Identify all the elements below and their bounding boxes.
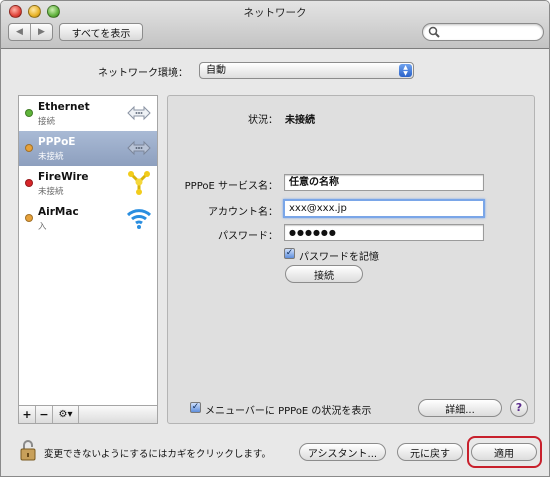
show-all-button[interactable]: すべてを表示: [59, 23, 143, 41]
search-icon: [428, 26, 440, 38]
ethernet-arrows-icon: [127, 105, 151, 121]
revert-button[interactable]: 元に戻す: [397, 443, 463, 461]
account-name-label: アカウント名：: [208, 207, 278, 218]
service-list-toolbar: + − ⚙▾: [18, 405, 158, 424]
network-preferences-window: ネットワーク ◀ ▶ すべてを表示 ネットワーク環境： 自動 ▲ ▼ Ethern…: [0, 0, 550, 477]
status-dot-orange-icon: [25, 214, 33, 222]
connect-button[interactable]: 接続: [285, 265, 363, 283]
password-label: パスワード：: [218, 231, 278, 242]
title-bar: ネットワーク ◀ ▶ すべてを表示: [1, 1, 549, 49]
advanced-button[interactable]: 詳細...: [418, 399, 502, 417]
service-item-pppoe[interactable]: PPPoE 未接続: [19, 131, 157, 166]
add-service-button[interactable]: +: [19, 406, 36, 423]
password-field[interactable]: ●●●●●●: [284, 224, 484, 241]
remember-password-label: パスワードを記憶: [299, 252, 379, 263]
airmac-wifi-icon: [126, 209, 152, 229]
status-dot-red-icon: [25, 179, 33, 187]
service-item-ethernet[interactable]: Ethernet 接続: [19, 96, 157, 131]
search-field[interactable]: [422, 23, 544, 41]
window-title: ネットワーク: [243, 7, 307, 19]
service-name: FireWire: [38, 171, 89, 183]
service-name: PPPoE: [38, 136, 76, 148]
forward-arrow-icon[interactable]: ▶: [30, 24, 52, 40]
status-value: 未接続: [285, 115, 315, 126]
status-label: 状況：: [248, 115, 278, 126]
lock-icon[interactable]: [20, 439, 36, 461]
service-list: Ethernet 接続 PPPoE 未接続 FireWire 未接続 AirMa…: [18, 95, 158, 406]
location-popup[interactable]: 自動 ▲ ▼: [199, 62, 414, 79]
show-in-menubar-checkbox[interactable]: ✓: [190, 402, 201, 413]
location-label: ネットワーク環境：: [98, 68, 188, 79]
service-status: 未接続: [38, 152, 64, 162]
popup-arrows-icon: ▲ ▼: [399, 64, 412, 77]
service-status: 入: [38, 222, 47, 232]
service-status: 接続: [38, 117, 56, 127]
service-item-airmac[interactable]: AirMac 入: [19, 201, 157, 236]
help-button[interactable]: ?: [510, 399, 528, 417]
apply-highlight-annotation: [467, 436, 542, 468]
location-selected: 自動: [206, 65, 226, 76]
service-name: Ethernet: [38, 101, 90, 113]
back-arrow-icon[interactable]: ◀: [9, 24, 30, 40]
show-in-menubar-label: メニューバーに PPPoE の状況を表示: [205, 406, 372, 417]
detail-pane: 状況： 未接続 PPPoE サービス名： 任意の名称 アカウント名： xxx@x…: [167, 95, 535, 424]
remove-service-button[interactable]: −: [36, 406, 53, 423]
service-name-field[interactable]: 任意の名称: [284, 174, 484, 191]
service-name: AirMac: [38, 206, 79, 218]
account-name-field[interactable]: xxx@xxx.jp: [283, 199, 485, 218]
lock-message: 変更できないようにするにはカギをクリックします。: [44, 449, 271, 460]
assistant-button[interactable]: アシスタント...: [299, 443, 386, 461]
service-name-label: PPPoE サービス名：: [184, 181, 278, 192]
firewire-icon: [128, 171, 150, 195]
service-item-firewire[interactable]: FireWire 未接続: [19, 166, 157, 201]
status-dot-green-icon: [25, 109, 33, 117]
remember-password-checkbox[interactable]: ✓: [284, 248, 295, 259]
status-dot-orange-icon: [25, 144, 33, 152]
service-status: 未接続: [38, 187, 64, 197]
back-forward-group: ◀ ▶: [8, 23, 53, 41]
pppoe-arrows-icon: [127, 140, 151, 156]
action-menu-gear-icon[interactable]: ⚙▾: [53, 406, 79, 423]
